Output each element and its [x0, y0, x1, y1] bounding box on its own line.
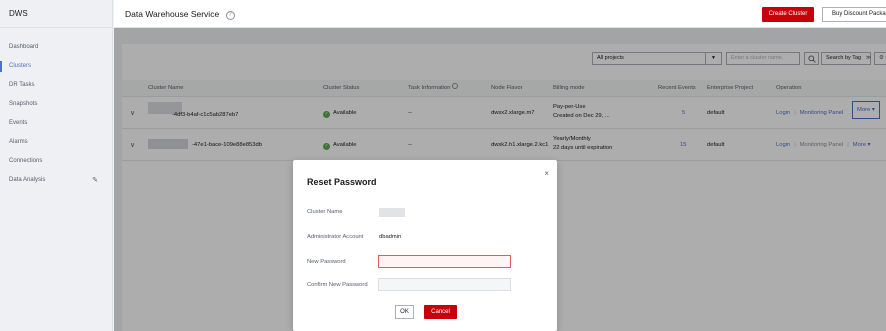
- close-icon[interactable]: ×: [544, 169, 549, 178]
- sidebar-item-snapshots[interactable]: Snapshots: [0, 95, 112, 114]
- sidebar-item-dashboard[interactable]: Dashboard: [0, 38, 112, 57]
- sidebar: DWS Dashboard Clusters DR Tasks Snapshot…: [0, 0, 113, 331]
- admin-account-label: Administrator Account: [307, 234, 364, 240]
- new-password-label: New Password: [307, 259, 346, 265]
- sidebar-title: DWS: [0, 0, 112, 28]
- cluster-name-label: Cluster Name: [307, 209, 343, 215]
- page-title: Data Warehouse Service ?: [125, 0, 235, 28]
- new-password-input[interactable]: [378, 255, 511, 268]
- sidebar-nav: Dashboard Clusters DR Tasks Snapshots Ev…: [0, 28, 112, 190]
- sidebar-item-label: Data Analysis: [9, 177, 46, 183]
- ok-button[interactable]: OK: [395, 305, 414, 319]
- sidebar-item-data-analysis[interactable]: Data Analysis ✎: [0, 171, 112, 190]
- confirm-password-input[interactable]: [378, 278, 511, 291]
- buy-discount-package-button[interactable]: Buy Discount Package: [822, 7, 886, 22]
- sidebar-item-alarms[interactable]: Alarms: [0, 133, 112, 152]
- help-icon[interactable]: ?: [225, 11, 235, 20]
- reset-password-dialog: Reset Password × Cluster Name Administra…: [293, 160, 557, 331]
- cluster-name-value: [379, 208, 405, 217]
- confirm-password-label: Confirm New Password: [307, 282, 368, 288]
- admin-account-value: dbadmin: [379, 234, 402, 240]
- page-header: Data Warehouse Service ? Create Cluster …: [114, 0, 886, 28]
- cancel-button[interactable]: Cancel: [424, 305, 457, 319]
- sidebar-item-connections[interactable]: Connections: [0, 152, 112, 171]
- sidebar-item-clusters[interactable]: Clusters: [0, 57, 112, 76]
- page-title-text: Data Warehouse Service: [125, 9, 220, 19]
- pencil-icon: ✎: [92, 177, 98, 184]
- create-cluster-button[interactable]: Create Cluster: [762, 7, 814, 22]
- sidebar-item-events[interactable]: Events: [0, 114, 112, 133]
- sidebar-item-dr-tasks[interactable]: DR Tasks: [0, 76, 112, 95]
- dialog-title: Reset Password: [307, 177, 377, 187]
